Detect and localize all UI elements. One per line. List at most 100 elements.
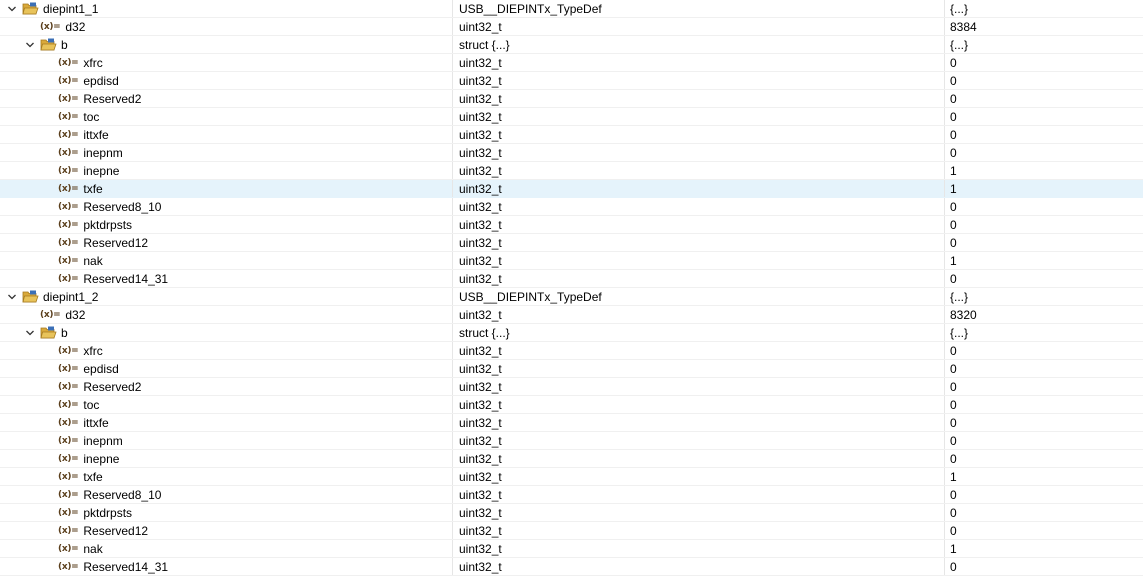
value-cell[interactable]: {...} [945, 288, 1143, 305]
variable-name: Reserved2 [83, 91, 142, 106]
variable-name: b [61, 37, 68, 52]
variable-icon: (x)= [58, 507, 79, 518]
tree-row-variable[interactable]: (x)= txfe uint32_t 1 [0, 180, 1143, 198]
type-cell: uint32_t [453, 522, 945, 539]
type-cell: struct {...} [453, 324, 945, 341]
tree-row-variable[interactable]: (x)= toc uint32_t 0 [0, 108, 1143, 126]
variable-icon: (x)= [40, 21, 61, 32]
name-cell: (x)= d32 [0, 18, 453, 35]
name-cell: diepint1_2 [0, 288, 453, 305]
variable-icon: (x)= [58, 129, 79, 140]
value-cell[interactable]: 0 [945, 342, 1143, 359]
tree-row-variable[interactable]: (x)= d32 uint32_t 8384 [0, 18, 1143, 36]
value-cell[interactable]: 1 [945, 180, 1143, 197]
tree-row-variable[interactable]: (x)= inepne uint32_t 0 [0, 450, 1143, 468]
tree-row-variable[interactable]: (x)= Reserved2 uint32_t 0 [0, 378, 1143, 396]
variable-icon: (x)= [58, 237, 79, 248]
tree-row-variable[interactable]: (x)= d32 uint32_t 8320 [0, 306, 1143, 324]
value-cell[interactable]: 0 [945, 450, 1143, 467]
tree-row-variable[interactable]: (x)= inepne uint32_t 1 [0, 162, 1143, 180]
tree-row-variable[interactable]: (x)= Reserved8_10 uint32_t 0 [0, 198, 1143, 216]
tree-row-variable[interactable]: (x)= pktdrpsts uint32_t 0 [0, 216, 1143, 234]
variable-name: pktdrpsts [83, 217, 133, 232]
value-cell[interactable]: 0 [945, 270, 1143, 287]
value-cell[interactable]: 0 [945, 90, 1143, 107]
value-cell[interactable]: 0 [945, 126, 1143, 143]
name-cell: diepint1_1 [0, 0, 453, 17]
variable-name: inepnm [83, 433, 123, 448]
value-cell[interactable]: 0 [945, 108, 1143, 125]
tree-row-variable[interactable]: (x)= ittxfe uint32_t 0 [0, 126, 1143, 144]
tree-row-variable[interactable]: (x)= ittxfe uint32_t 0 [0, 414, 1143, 432]
value-cell[interactable]: {...} [945, 324, 1143, 341]
chevron-down-icon[interactable] [6, 291, 17, 302]
tree-row-variable[interactable]: (x)= epdisd uint32_t 0 [0, 360, 1143, 378]
value-cell[interactable]: 0 [945, 504, 1143, 521]
name-cell: (x)= nak [0, 252, 453, 269]
value-cell[interactable]: 0 [945, 486, 1143, 503]
chevron-down-icon[interactable] [6, 3, 17, 14]
value-cell[interactable]: 0 [945, 396, 1143, 413]
tree-row-variable[interactable]: (x)= Reserved2 uint32_t 0 [0, 90, 1143, 108]
tree-row-variable[interactable]: (x)= Reserved8_10 uint32_t 0 [0, 486, 1143, 504]
variable-icon: (x)= [58, 399, 79, 410]
tree-row-variable[interactable]: (x)= inepnm uint32_t 0 [0, 144, 1143, 162]
variable-name: b [61, 325, 68, 340]
value-cell[interactable]: 1 [945, 252, 1143, 269]
chevron-down-icon[interactable] [24, 39, 35, 50]
name-cell: (x)= epdisd [0, 360, 453, 377]
tree-row-struct[interactable]: b struct {...} {...} [0, 324, 1143, 342]
type-cell: uint32_t [453, 216, 945, 233]
type-cell: uint32_t [453, 540, 945, 557]
type-cell: uint32_t [453, 378, 945, 395]
value-cell[interactable]: 1 [945, 468, 1143, 485]
variable-name: pktdrpsts [83, 505, 133, 520]
variable-name: Reserved8_10 [83, 199, 162, 214]
tree-row-variable[interactable]: (x)= Reserved12 uint32_t 0 [0, 234, 1143, 252]
value-cell[interactable]: 0 [945, 432, 1143, 449]
tree-row-struct[interactable]: b struct {...} {...} [0, 36, 1143, 54]
tree-row-variable[interactable]: (x)= Reserved14_31 uint32_t 0 [0, 558, 1143, 576]
name-cell: (x)= ittxfe [0, 126, 453, 143]
value-cell[interactable]: 1 [945, 540, 1143, 557]
type-cell: struct {...} [453, 36, 945, 53]
value-cell[interactable]: 0 [945, 54, 1143, 71]
tree-row-variable[interactable]: (x)= Reserved12 uint32_t 0 [0, 522, 1143, 540]
tree-row-struct[interactable]: diepint1_1 USB__DIEPINTx_TypeDef {...} [0, 0, 1143, 18]
variable-icon: (x)= [58, 453, 79, 464]
value-cell[interactable]: 0 [945, 360, 1143, 377]
tree-row-variable[interactable]: (x)= Reserved14_31 uint32_t 0 [0, 270, 1143, 288]
tree-row-variable[interactable]: (x)= nak uint32_t 1 [0, 252, 1143, 270]
variable-name: nak [83, 253, 103, 268]
tree-row-variable[interactable]: (x)= epdisd uint32_t 0 [0, 72, 1143, 90]
tree-row-variable[interactable]: (x)= xfrc uint32_t 0 [0, 54, 1143, 72]
value-cell[interactable]: {...} [945, 36, 1143, 53]
tree-row-variable[interactable]: (x)= inepnm uint32_t 0 [0, 432, 1143, 450]
value-cell[interactable]: 1 [945, 162, 1143, 179]
tree-row-variable[interactable]: (x)= pktdrpsts uint32_t 0 [0, 504, 1143, 522]
type-cell: uint32_t [453, 504, 945, 521]
value-cell[interactable]: 8320 [945, 306, 1143, 323]
chevron-down-icon[interactable] [24, 327, 35, 338]
value-cell[interactable]: 0 [945, 558, 1143, 575]
type-cell: uint32_t [453, 252, 945, 269]
name-cell: (x)= Reserved14_31 [0, 558, 453, 575]
variable-icon: (x)= [58, 57, 79, 68]
name-cell: (x)= Reserved8_10 [0, 198, 453, 215]
value-cell[interactable]: 0 [945, 72, 1143, 89]
value-cell[interactable]: {...} [945, 0, 1143, 17]
value-cell[interactable]: 0 [945, 234, 1143, 251]
tree-row-variable[interactable]: (x)= txfe uint32_t 1 [0, 468, 1143, 486]
value-cell[interactable]: 0 [945, 378, 1143, 395]
tree-row-struct[interactable]: diepint1_2 USB__DIEPINTx_TypeDef {...} [0, 288, 1143, 306]
value-cell[interactable]: 0 [945, 144, 1143, 161]
value-cell[interactable]: 0 [945, 522, 1143, 539]
tree-row-variable[interactable]: (x)= nak uint32_t 1 [0, 540, 1143, 558]
tree-row-variable[interactable]: (x)= toc uint32_t 0 [0, 396, 1143, 414]
type-cell: uint32_t [453, 144, 945, 161]
value-cell[interactable]: 0 [945, 216, 1143, 233]
value-cell[interactable]: 0 [945, 414, 1143, 431]
value-cell[interactable]: 8384 [945, 18, 1143, 35]
tree-row-variable[interactable]: (x)= xfrc uint32_t 0 [0, 342, 1143, 360]
value-cell[interactable]: 0 [945, 198, 1143, 215]
